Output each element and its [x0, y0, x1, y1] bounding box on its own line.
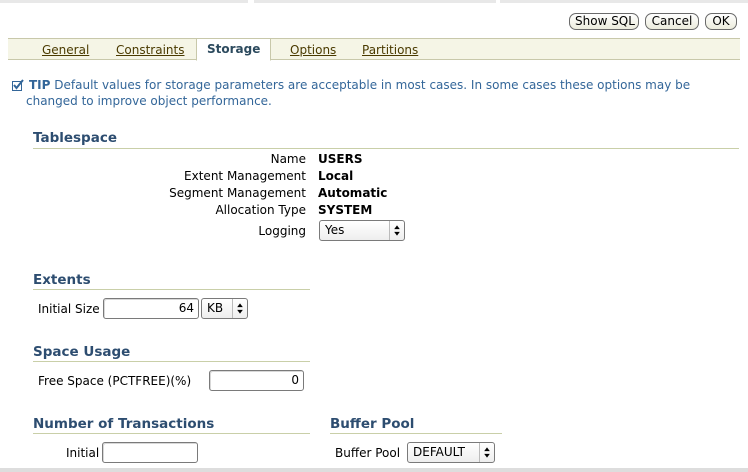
tab-general[interactable]: General [42, 43, 89, 57]
tip-message: TIP Default values for storage parameter… [12, 77, 702, 109]
transactions-initial-label: Initial [66, 446, 100, 460]
name-label: Name [270, 152, 306, 166]
up-down-arrow-icon [232, 299, 243, 318]
buffer-pool-select[interactable]: DEFAULT [407, 442, 495, 463]
tab-partitions[interactable]: Partitions [362, 43, 418, 57]
tab-options[interactable]: Options [290, 43, 336, 57]
logging-label: Logging [258, 224, 306, 238]
extent-management-value: Local [318, 169, 354, 183]
logging-selected-value: Yes [325, 223, 345, 237]
cancel-button[interactable]: Cancel [645, 13, 699, 30]
tab-storage[interactable]: Storage [196, 38, 272, 61]
transactions-initial-input[interactable] [102, 442, 198, 463]
top-border [0, 0, 748, 3]
up-down-arrow-icon [389, 221, 400, 240]
allocation-type-label: Allocation Type [215, 203, 306, 217]
initial-size-label: Initial Size [38, 302, 100, 316]
buffer-pool-label: Buffer Pool [335, 446, 401, 460]
bottom-border [0, 468, 748, 472]
unit-selected-value: KB [207, 301, 224, 315]
checkmark-tip-icon [12, 79, 24, 91]
tip-label: TIP [29, 78, 51, 92]
tablespace-heading: Tablespace [33, 130, 117, 146]
buffer-pool-divider [330, 433, 502, 434]
ok-button[interactable]: OK [705, 13, 737, 30]
space-usage-divider [33, 361, 310, 362]
name-value: USERS [318, 152, 363, 166]
free-space-label: Free Space (PCTFREE)(%) [38, 374, 192, 388]
space-usage-heading: Space Usage [33, 344, 131, 360]
free-space-input[interactable]: 0 [209, 370, 304, 391]
tip-text: Default values for storage parameters ar… [26, 78, 691, 108]
buffer-pool-heading: Buffer Pool [330, 416, 415, 432]
tab-bar: General Constraints Storage Options Part… [8, 38, 740, 61]
show-sql-button[interactable]: Show SQL [569, 13, 639, 30]
extent-management-label: Extent Management [184, 169, 306, 183]
segment-management-value: Automatic [318, 186, 388, 200]
extents-divider [33, 289, 310, 290]
allocation-type-value: SYSTEM [318, 203, 373, 217]
extents-heading: Extents [33, 272, 91, 288]
logging-select[interactable]: Yes [319, 220, 405, 241]
segment-management-label: Segment Management [169, 186, 306, 200]
buffer-pool-selected-value: DEFAULT [413, 445, 465, 459]
initial-size-input[interactable]: 64 [103, 298, 199, 319]
up-down-arrow-icon [479, 443, 490, 462]
transactions-heading: Number of Transactions [33, 416, 215, 432]
transactions-divider [33, 433, 310, 434]
tablespace-divider [33, 148, 739, 149]
initial-size-unit-select[interactable]: KB [201, 298, 248, 319]
tab-constraints[interactable]: Constraints [116, 43, 184, 57]
